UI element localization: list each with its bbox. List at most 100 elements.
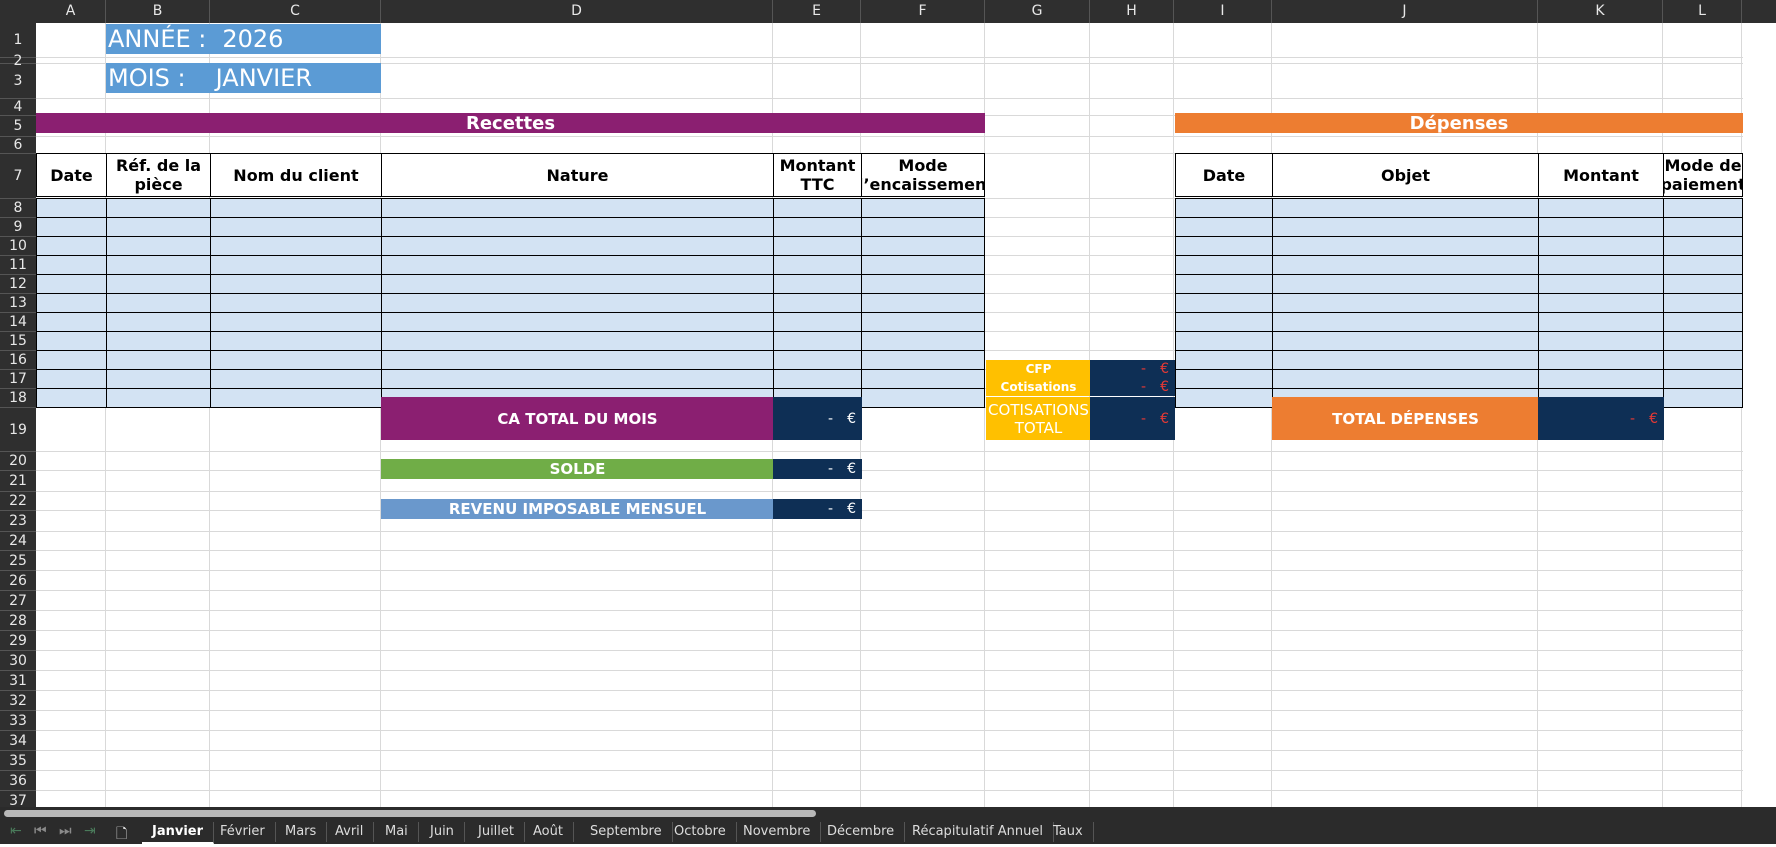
recettes-input-cell[interactable]	[36, 312, 107, 332]
depenses-input-cell[interactable]	[1272, 312, 1539, 332]
sheet-tab-août[interactable]: Août	[523, 822, 574, 842]
depenses-input-cell[interactable]	[1538, 217, 1664, 237]
depenses-input-cell[interactable]	[1663, 388, 1743, 408]
first-sheet-icon[interactable]: ⇤	[10, 823, 22, 839]
row-header-26[interactable]: 26	[0, 571, 36, 591]
row-header-30[interactable]: 30	[0, 651, 36, 671]
column-header-k[interactable]: K	[1538, 0, 1663, 23]
row-header-29[interactable]: 29	[0, 631, 36, 651]
depenses-input-cell[interactable]	[1175, 350, 1273, 370]
recettes-input-cell[interactable]	[773, 369, 862, 389]
row-header-25[interactable]: 25	[0, 551, 36, 571]
recettes-col-montant[interactable]: Montant TTC	[773, 153, 862, 197]
depenses-input-cell[interactable]	[1175, 312, 1273, 332]
column-header-d[interactable]: D	[381, 0, 773, 23]
recettes-input-cell[interactable]	[210, 293, 382, 313]
row-header-9[interactable]: 9	[0, 218, 36, 237]
depenses-input-cell[interactable]	[1538, 274, 1664, 294]
depenses-input-cell[interactable]	[1663, 255, 1743, 275]
sheet-tab-octobre[interactable]: Octobre	[664, 822, 737, 842]
recettes-col-client[interactable]: Nom du client	[210, 153, 382, 197]
recettes-input-cell[interactable]	[381, 331, 774, 351]
recettes-col-mode[interactable]: Mode d’encaissement	[861, 153, 985, 197]
recettes-input-cell[interactable]	[210, 312, 382, 332]
depenses-input-cell[interactable]	[1272, 350, 1539, 370]
recettes-input-cell[interactable]	[381, 312, 774, 332]
row-header-10[interactable]: 10	[0, 237, 36, 256]
recettes-input-cell[interactable]	[106, 255, 211, 275]
recettes-input-cell[interactable]	[381, 236, 774, 256]
depenses-input-cell[interactable]	[1175, 369, 1273, 389]
recettes-input-cell[interactable]	[381, 255, 774, 275]
recettes-input-cell[interactable]	[36, 388, 107, 408]
recettes-input-cell[interactable]	[381, 350, 774, 370]
column-header-j[interactable]: J	[1272, 0, 1538, 23]
recettes-input-cell[interactable]	[36, 274, 107, 294]
depenses-input-cell[interactable]	[1663, 274, 1743, 294]
depenses-input-cell[interactable]	[1663, 293, 1743, 313]
recettes-input-cell[interactable]	[773, 274, 862, 294]
recettes-input-cell[interactable]	[210, 369, 382, 389]
recettes-input-cell[interactable]	[106, 331, 211, 351]
row-header-4[interactable]: 4	[0, 99, 36, 116]
annee-title[interactable]: ANNÉE : 2026	[106, 24, 381, 54]
depenses-input-cell[interactable]	[1663, 198, 1743, 218]
recettes-col-ref[interactable]: Réf. de la pièce	[106, 153, 211, 197]
depenses-input-cell[interactable]	[1663, 350, 1743, 370]
row-header-19[interactable]: 19	[0, 408, 36, 452]
recettes-input-cell[interactable]	[36, 255, 107, 275]
row-header-31[interactable]: 31	[0, 671, 36, 691]
sheet-tab-septembre[interactable]: Septembre	[580, 822, 673, 842]
sheet-tab-juillet[interactable]: Juillet	[468, 822, 526, 842]
recettes-input-cell[interactable]	[861, 312, 985, 332]
recettes-input-cell[interactable]	[861, 350, 985, 370]
ca-total-amount[interactable]: - €	[773, 397, 862, 440]
depenses-input-cell[interactable]	[1663, 369, 1743, 389]
recettes-input-cell[interactable]	[861, 388, 985, 408]
row-header-8[interactable]: 8	[0, 199, 36, 218]
recettes-input-cell[interactable]	[36, 369, 107, 389]
recettes-input-cell[interactable]	[106, 274, 211, 294]
recettes-input-cell[interactable]	[106, 236, 211, 256]
row-header-14[interactable]: 14	[0, 313, 36, 332]
row-header-22[interactable]: 22	[0, 492, 36, 511]
last-sheet-icon[interactable]: ⇥	[84, 823, 96, 839]
sheet-tab-décembre[interactable]: Décembre	[817, 822, 906, 842]
row-header-15[interactable]: 15	[0, 332, 36, 351]
depenses-col-date[interactable]: Date	[1175, 153, 1273, 197]
depenses-input-cell[interactable]	[1175, 198, 1273, 218]
recettes-input-cell[interactable]	[36, 236, 107, 256]
row-header-36[interactable]: 36	[0, 771, 36, 791]
depenses-input-cell[interactable]	[1175, 293, 1273, 313]
recettes-input-cell[interactable]	[381, 369, 774, 389]
recettes-input-cell[interactable]	[861, 255, 985, 275]
depenses-input-cell[interactable]	[1272, 331, 1539, 351]
depenses-input-cell[interactable]	[1272, 217, 1539, 237]
recettes-input-cell[interactable]	[381, 217, 774, 237]
recettes-input-cell[interactable]	[106, 312, 211, 332]
recettes-input-cell[interactable]	[36, 198, 107, 218]
depenses-input-cell[interactable]	[1538, 350, 1664, 370]
recettes-input-cell[interactable]	[210, 198, 382, 218]
depenses-input-cell[interactable]	[1175, 388, 1273, 408]
recettes-input-cell[interactable]	[36, 331, 107, 351]
depenses-input-cell[interactable]	[1272, 255, 1539, 275]
depenses-input-cell[interactable]	[1663, 236, 1743, 256]
row-header-23[interactable]: 23	[0, 511, 36, 532]
depenses-input-cell[interactable]	[1272, 198, 1539, 218]
depenses-input-cell[interactable]	[1175, 255, 1273, 275]
row-header-5[interactable]: 5	[0, 116, 36, 137]
sheet-grid[interactable]: ANNÉE : 2026 MOIS : JANVIER Recettes Dép…	[36, 23, 1776, 807]
recettes-input-cell[interactable]	[210, 236, 382, 256]
row-header-33[interactable]: 33	[0, 711, 36, 731]
row-header-3[interactable]: 3	[0, 64, 36, 99]
sheet-tab-récapitulatif-annuel[interactable]: Récapitulatif Annuel	[902, 822, 1054, 842]
depenses-input-cell[interactable]	[1175, 331, 1273, 351]
row-header-20[interactable]: 20	[0, 452, 36, 471]
column-header-b[interactable]: B	[106, 0, 210, 23]
recettes-input-cell[interactable]	[773, 312, 862, 332]
cfp-amount[interactable]: - €	[1090, 360, 1175, 378]
recettes-input-cell[interactable]	[861, 217, 985, 237]
row-header-12[interactable]: 12	[0, 275, 36, 294]
row-header-24[interactable]: 24	[0, 532, 36, 551]
